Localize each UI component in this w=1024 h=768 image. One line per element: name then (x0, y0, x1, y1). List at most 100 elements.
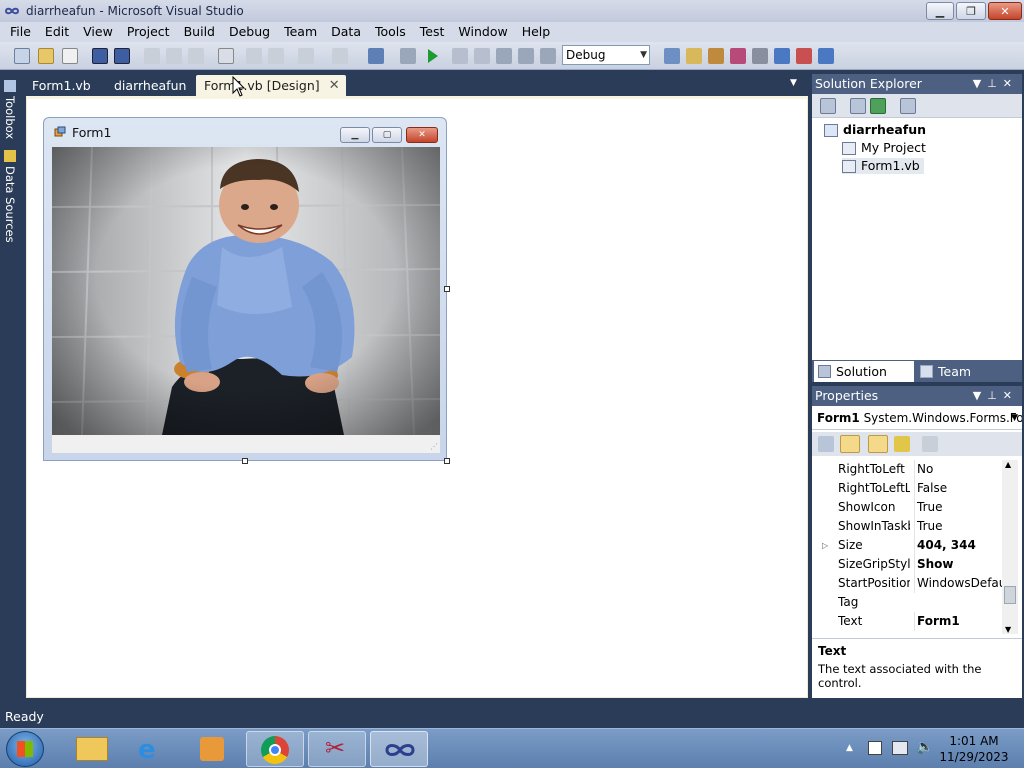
dropdown-icon[interactable]: ▼ (973, 389, 987, 402)
property-value[interactable]: True (914, 517, 1002, 536)
menu-tools[interactable]: Tools (368, 22, 413, 42)
tab-list-dropdown-icon[interactable]: ▼ (790, 78, 797, 88)
tab-form1-vb[interactable]: Form1.vb (24, 75, 99, 97)
resize-handle-bottom[interactable] (242, 458, 248, 464)
property-row[interactable]: RightToLeftLa False (812, 479, 1002, 498)
picture-box[interactable] (52, 147, 440, 435)
dropdown-icon[interactable]: ▼ (973, 77, 987, 90)
property-row[interactable]: StartPosition WindowsDefault (812, 574, 1002, 593)
property-value[interactable]: No (914, 460, 1002, 479)
redo-icon[interactable] (332, 48, 348, 64)
alphabetical-icon[interactable] (840, 435, 860, 453)
menu-team[interactable]: Team (277, 22, 324, 42)
property-row[interactable]: ▷ Size 404, 344 (812, 536, 1002, 555)
taskbar-chrome[interactable] (246, 731, 304, 767)
network-icon[interactable] (892, 741, 908, 755)
solution-configuration-select[interactable]: Debug ▼ (562, 45, 650, 65)
events-icon[interactable] (894, 436, 910, 452)
menu-window[interactable]: Window (451, 22, 514, 42)
show-hidden-icons[interactable]: ▲ (846, 743, 853, 753)
open-file-icon[interactable] (38, 48, 54, 64)
property-row[interactable]: Text Form1 (812, 612, 1002, 631)
menu-edit[interactable]: Edit (38, 22, 76, 42)
tree-project-node[interactable]: diarrheafun (824, 122, 926, 138)
toolbox-window-icon[interactable] (730, 48, 746, 64)
output-window-icon[interactable] (818, 48, 834, 64)
form-client-area[interactable]: ⋰ (52, 147, 440, 453)
action-center-icon[interactable] (868, 741, 882, 755)
menu-test[interactable]: Test (413, 22, 452, 42)
tree-item-form1-vb[interactable]: Form1.vb (842, 158, 924, 174)
taskbar-visual-studio[interactable] (370, 731, 428, 767)
menu-build[interactable]: Build (177, 22, 222, 42)
properties-view-icon[interactable] (868, 435, 888, 453)
categorized-icon[interactable] (818, 436, 834, 452)
scroll-thumb[interactable] (1004, 586, 1016, 604)
comment-icon[interactable] (246, 48, 262, 64)
save-all-icon[interactable] (114, 48, 130, 64)
show-all-files-icon[interactable] (820, 98, 836, 114)
data-sources-tab[interactable]: Data Sources (2, 150, 18, 243)
close-window-button[interactable]: ✕ (988, 2, 1022, 20)
class-view-icon[interactable] (774, 48, 790, 64)
taskbar-explorer[interactable] (64, 731, 122, 767)
menu-file[interactable]: File (3, 22, 38, 42)
property-value[interactable]: True (914, 498, 1002, 517)
navigate-forward-icon[interactable] (400, 48, 416, 64)
menu-debug[interactable]: Debug (222, 22, 277, 42)
add-item-icon[interactable] (62, 48, 78, 64)
new-project-icon[interactable] (14, 48, 30, 64)
property-value[interactable]: Show (914, 555, 1002, 574)
error-list-icon[interactable] (796, 48, 812, 64)
property-row[interactable]: ShowIcon True (812, 498, 1002, 517)
toolbox-tab[interactable]: Toolbox (2, 80, 18, 139)
property-row[interactable]: ShowInTaskb True (812, 517, 1002, 536)
pause-icon[interactable] (452, 48, 468, 64)
pin-icon[interactable]: ⊥ (987, 77, 1003, 90)
property-pages-icon[interactable] (922, 436, 938, 452)
property-value[interactable]: False (914, 479, 1002, 498)
property-row[interactable]: SizeGripStyle Show (812, 555, 1002, 574)
object-selector[interactable]: Form1 System.Windows.Forms.Fo ▼ (812, 406, 1022, 430)
undo-icon[interactable] (298, 48, 314, 64)
minimize-button[interactable]: ▁ (926, 2, 954, 20)
menu-project[interactable]: Project (120, 22, 177, 42)
property-row[interactable]: Tag (812, 593, 1002, 612)
form-designer-surface[interactable]: Form1 ▁ ▢ ✕ ⋰ (26, 96, 808, 698)
close-tab-icon[interactable]: ✕ (329, 75, 340, 97)
view-code-icon[interactable] (900, 98, 916, 114)
taskbar-snipping-tool[interactable]: ✂ (308, 731, 366, 767)
property-value[interactable]: WindowsDefault (914, 574, 1002, 593)
step-out-icon[interactable] (540, 48, 556, 64)
properties-icon[interactable] (850, 98, 866, 114)
tab-team-explorer[interactable]: Team Explo... (916, 361, 1020, 400)
property-row[interactable]: RightToLeft No (812, 460, 1002, 479)
tab-form1-design[interactable]: Form1.vb [Design] ✕ (196, 75, 346, 97)
copy-icon[interactable] (166, 48, 182, 64)
pin-icon[interactable]: ⊥ (987, 389, 1003, 402)
tools-icon[interactable] (752, 48, 768, 64)
form1-window[interactable]: Form1 ▁ ▢ ✕ ⋰ (43, 117, 447, 461)
property-value[interactable]: Form1 (914, 612, 1002, 631)
menu-data[interactable]: Data (324, 22, 368, 42)
properties-window-icon[interactable] (686, 48, 702, 64)
stop-icon[interactable] (474, 48, 490, 64)
volume-muted-icon[interactable]: 🔈 (916, 739, 933, 755)
start-debugging-icon[interactable] (428, 49, 438, 63)
step-over-icon[interactable] (518, 48, 534, 64)
system-clock[interactable]: 1:01 AM 11/29/2023 (934, 733, 1014, 765)
uncomment-icon[interactable] (268, 48, 284, 64)
taskbar-internet-explorer[interactable]: e (124, 731, 182, 767)
menu-view[interactable]: View (76, 22, 120, 42)
tree-item-my-project[interactable]: My Project (842, 140, 926, 156)
object-browser-icon[interactable] (708, 48, 724, 64)
paste-icon[interactable] (188, 48, 204, 64)
taskbar-media-player[interactable] (184, 731, 242, 767)
restore-button[interactable]: ❐ (956, 2, 986, 20)
step-into-icon[interactable] (496, 48, 512, 64)
tab-solution-explorer[interactable]: Solution Ex... (814, 361, 914, 400)
save-icon[interactable] (92, 48, 108, 64)
start-button[interactable] (6, 731, 44, 767)
find-icon[interactable] (218, 48, 234, 64)
property-grid-scrollbar[interactable]: ▲ ▼ (1002, 460, 1018, 634)
